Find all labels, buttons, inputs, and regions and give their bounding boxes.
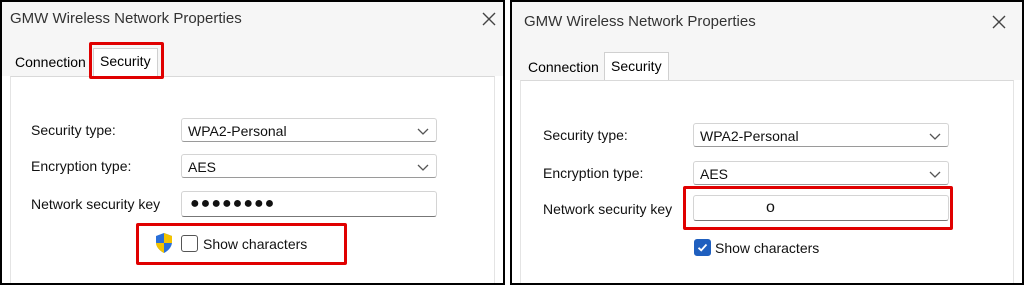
highlight-box-security-tab — [89, 42, 164, 79]
security-type-value: WPA2-Personal — [700, 128, 799, 144]
security-type-dropdown[interactable]: WPA2-Personal — [693, 123, 949, 147]
window-title: GMW Wireless Network Properties — [10, 10, 242, 27]
titlebar: GMW Wireless Network Properties — [512, 2, 1022, 46]
encryption-type-value: AES — [700, 166, 729, 182]
show-characters-checkbox[interactable] — [694, 239, 711, 256]
tab-security[interactable]: Security — [604, 52, 669, 82]
encryption-type-value: AES — [188, 159, 217, 175]
chevron-down-icon — [417, 164, 429, 171]
network-security-key-label: Network security key — [543, 201, 673, 217]
network-security-key-input[interactable]: ●●●●●●●● — [181, 191, 437, 217]
tab-strip: Connection Security — [2, 42, 503, 77]
security-type-value: WPA2-Personal — [188, 123, 287, 139]
security-type-label: Security type: — [543, 127, 628, 143]
chevron-down-icon — [929, 133, 941, 140]
chevron-down-icon — [929, 171, 941, 178]
security-type-label: Security type: — [31, 122, 116, 138]
titlebar: GMW Wireless Network Properties — [2, 2, 503, 42]
encryption-type-label: Encryption type: — [31, 158, 132, 174]
encryption-type-label: Encryption type: — [543, 165, 644, 181]
show-characters-label[interactable]: Show characters — [715, 240, 819, 256]
network-security-key-value: ●●●●●●●● — [190, 195, 276, 212]
checkmark-icon — [697, 243, 708, 252]
security-type-dropdown[interactable]: WPA2-Personal — [181, 118, 437, 142]
chevron-down-icon — [417, 128, 429, 135]
window-title: GMW Wireless Network Properties — [524, 13, 756, 30]
right-dialog-window: GMW Wireless Network Properties Connecti… — [510, 0, 1024, 285]
highlight-box-network-key — [683, 186, 953, 230]
encryption-type-dropdown[interactable]: AES — [693, 161, 949, 185]
highlight-box-show-characters — [136, 223, 347, 265]
close-icon[interactable] — [478, 8, 500, 30]
tab-content-security: Security type: WPA2-Personal Encryption … — [520, 80, 1014, 283]
network-security-key-label: Network security key — [31, 196, 161, 212]
left-dialog-window: GMW Wireless Network Properties Connecti… — [0, 0, 505, 285]
tab-strip: Connection Security — [512, 46, 1022, 82]
close-icon[interactable] — [988, 11, 1010, 33]
tab-connection[interactable]: Connection — [528, 59, 599, 75]
tab-connection[interactable]: Connection — [15, 54, 86, 70]
encryption-type-dropdown[interactable]: AES — [181, 154, 437, 178]
